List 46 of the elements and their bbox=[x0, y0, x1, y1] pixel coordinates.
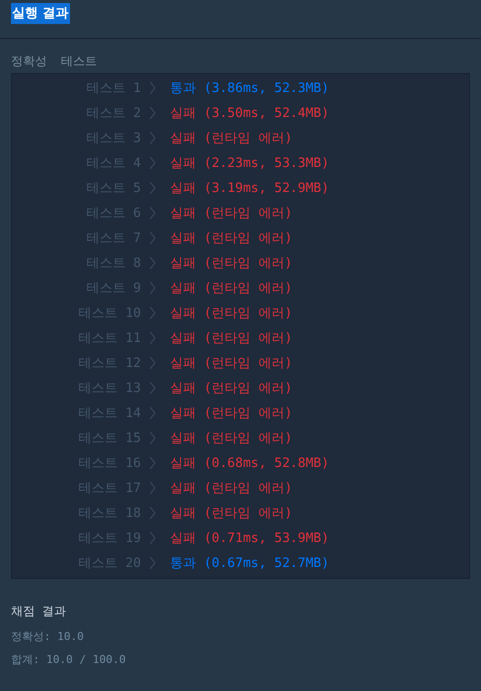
chevron-icon bbox=[149, 530, 156, 544]
chevron-icon bbox=[149, 556, 156, 570]
test-result: 실패 (3.19ms, 52.9MB) bbox=[170, 180, 330, 196]
test-result: 실패 (런타임 에러) bbox=[170, 330, 292, 346]
chevron-icon bbox=[149, 156, 156, 170]
grading-line: 정확성: 10.0 bbox=[11, 629, 85, 645]
section-label: 테스트 bbox=[61, 52, 97, 70]
test-result: 실패 (런타임 에러) bbox=[170, 204, 292, 222]
grading-title: 채점 결과 bbox=[11, 603, 68, 620]
chevron-icon bbox=[149, 180, 156, 194]
chevron-icon bbox=[149, 456, 156, 470]
test-result: 실패 (런타임 에러) bbox=[170, 280, 292, 296]
test-result: 실패 (런타임 에러) bbox=[170, 230, 292, 246]
chevron-icon bbox=[149, 256, 156, 270]
test-result: 실패 (런타임 에러) bbox=[170, 354, 292, 372]
chevron-icon bbox=[149, 430, 156, 444]
chevron-icon bbox=[149, 356, 156, 370]
test-result: 실패 (런타임 에러) bbox=[170, 504, 292, 522]
chevron-icon bbox=[149, 406, 156, 420]
chevron-icon bbox=[149, 130, 156, 144]
test-result: 실패 (런타임 에러) bbox=[170, 304, 292, 322]
chevron-icon bbox=[149, 380, 156, 394]
chevron-icon bbox=[149, 506, 156, 520]
test-result: 실패 (3.50ms, 52.4MB) bbox=[170, 104, 330, 122]
chevron-icon bbox=[149, 80, 156, 94]
chevron-icon bbox=[149, 306, 156, 320]
test-result: 실패 (2.23ms, 53.3MB) bbox=[170, 154, 330, 172]
test-result: 실패 (0.71ms, 53.9MB) bbox=[170, 530, 330, 546]
section-label: 정확성 bbox=[11, 52, 47, 70]
test-result: 실패 (런타임 에러) bbox=[170, 404, 292, 422]
test-result: 실패 (런타임 에러) bbox=[170, 430, 292, 446]
test-result: 실패 (런타임 에러) bbox=[170, 380, 292, 396]
test-result: 실패 (0.68ms, 52.8MB) bbox=[170, 454, 330, 472]
chevron-icon bbox=[149, 480, 156, 494]
test-result: 실패 (런타임 에러) bbox=[170, 480, 292, 496]
chevron-icon bbox=[149, 206, 156, 220]
chevron-icon bbox=[149, 106, 156, 120]
window-title: 실행 결과 bbox=[11, 3, 70, 24]
chevron-icon bbox=[149, 230, 156, 244]
chevron-icon bbox=[149, 330, 156, 344]
chevron-icon bbox=[149, 280, 156, 294]
test-result: 통과 (3.86ms, 52.3MB) bbox=[170, 80, 330, 96]
test-result: 통과 (0.67ms, 52.7MB) bbox=[170, 554, 330, 572]
test-result: 실패 (런타임 에러) bbox=[170, 130, 292, 146]
grading-line: 합계: 10.0 / 100.0 bbox=[11, 652, 127, 668]
test-result: 실패 (런타임 에러) bbox=[170, 254, 292, 272]
